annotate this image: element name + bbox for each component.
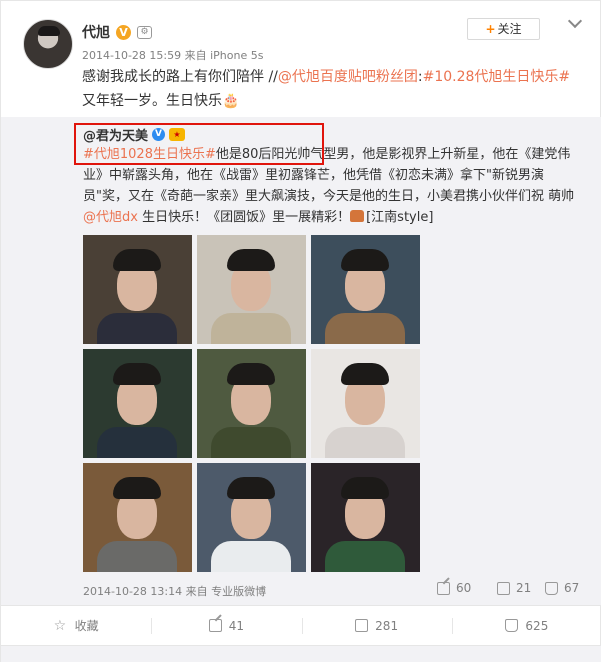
- repost-text-2: 生日快乐！《团圆饭》里一展精彩！: [137, 210, 351, 225]
- plus-icon: +: [485, 22, 496, 36]
- like-total: 625: [525, 618, 549, 633]
- cake-icon: [350, 210, 365, 222]
- repost-time[interactable]: 2014-10-28 13:14: [83, 585, 182, 598]
- photo-thumbnail[interactable]: [311, 349, 420, 458]
- share-icon: [208, 619, 222, 632]
- hashtag-link[interactable]: #10.28代旭生日快乐#: [423, 69, 571, 85]
- repost-like-stat[interactable]: 67: [545, 581, 579, 595]
- repost-button[interactable]: 41: [151, 606, 301, 645]
- photo-thumbnail[interactable]: [311, 235, 420, 344]
- verified-v-icon: V: [116, 24, 131, 40]
- photo-thumbnail[interactable]: [197, 463, 306, 572]
- thumbs-up-icon: [545, 581, 558, 595]
- share-icon: [437, 581, 450, 595]
- comment-button[interactable]: 281: [301, 606, 452, 645]
- cake-emoji-icon: 🎂: [222, 93, 240, 109]
- photo-thumbnail[interactable]: [83, 235, 192, 344]
- post-text-suffix: 又年轻一岁。生日快乐: [82, 93, 222, 109]
- photo-thumbnail[interactable]: [83, 349, 192, 458]
- photo-thumbnail[interactable]: [197, 349, 306, 458]
- chevron-down-icon[interactable]: [567, 15, 583, 31]
- comment-total: 281: [375, 618, 399, 633]
- action-bar: ☆ 收藏 41 281 625: [1, 605, 601, 645]
- repost-via: 来自 专业版微博: [185, 585, 267, 598]
- follow-button[interactable]: + 关注: [467, 18, 540, 40]
- repost-meta: 2014-10-28 13:14 来自 专业版微博: [83, 583, 266, 599]
- like-button[interactable]: 625: [451, 606, 601, 645]
- post-time[interactable]: 2014-10-28 15:59: [82, 49, 181, 62]
- collect-button[interactable]: ☆ 收藏: [1, 606, 151, 645]
- avatar[interactable]: [23, 19, 73, 69]
- level-icon: ⚙: [137, 25, 152, 39]
- repost-share-stat[interactable]: 60: [437, 581, 471, 595]
- repost-like-count: 67: [564, 581, 580, 595]
- repost-tag: [江南style]: [366, 210, 434, 225]
- comment-icon: [355, 619, 369, 632]
- author-name[interactable]: 代旭: [82, 22, 110, 42]
- post-via: 来自 iPhone 5s: [184, 49, 264, 62]
- follow-label: 关注: [497, 22, 522, 36]
- photo-thumbnail[interactable]: [311, 463, 420, 572]
- bottom-divider: [1, 645, 601, 662]
- repost-mention-link[interactable]: @代旭dx: [83, 210, 138, 225]
- collect-label: 收藏: [74, 619, 99, 633]
- post-text: 感谢我成长的路上有你们陪伴 //@代旭百度贴吧粉丝团:#10.28代旭生日快乐#…: [82, 65, 582, 113]
- repost-count: 60: [456, 581, 472, 595]
- repost-comment-stat[interactable]: 21: [497, 581, 531, 595]
- repost-comment-count: 21: [516, 581, 532, 595]
- star-icon: ☆: [53, 617, 67, 634]
- mention-link[interactable]: @代旭百度贴吧粉丝团: [278, 69, 418, 85]
- weibo-post: 代旭 V ⚙ 2014-10-28 15:59 来自 iPhone 5s + 关注…: [0, 0, 601, 662]
- thumbs-up-icon: [505, 619, 519, 632]
- author-row: 代旭 V ⚙: [82, 22, 152, 42]
- photo-thumbnail[interactable]: [83, 463, 192, 572]
- post-meta: 2014-10-28 15:59 来自 iPhone 5s: [82, 47, 263, 63]
- post-text-prefix: 感谢我成长的路上有你们陪伴 //: [82, 69, 278, 85]
- highlight-box: [74, 123, 324, 165]
- photo-thumbnail[interactable]: [197, 235, 306, 344]
- comment-icon: [497, 581, 510, 595]
- repost-total: 41: [228, 618, 245, 633]
